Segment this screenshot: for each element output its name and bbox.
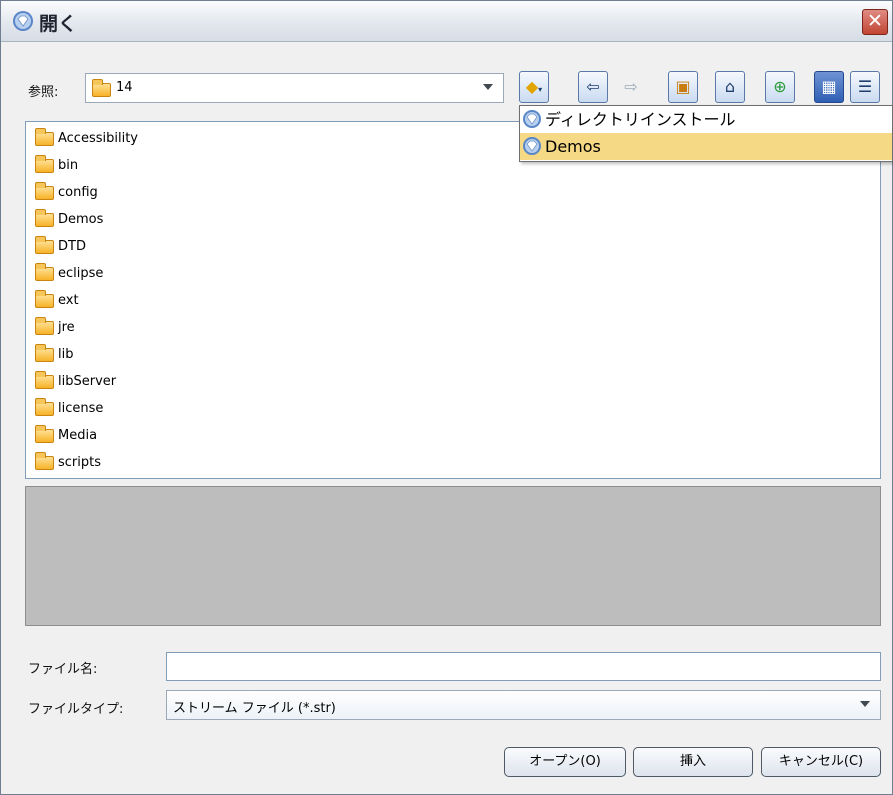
menu-item-directory-install[interactable]: ディレクトリインストール — [520, 106, 892, 133]
folder-icon — [35, 452, 54, 470]
gem-icon — [523, 110, 541, 128]
forward-button[interactable]: ⇨ — [616, 71, 646, 103]
list-item[interactable]: libServer — [35, 370, 116, 394]
open-dialog: 開く ✕ 参照: 14 ◆▾ ⇦ ⇨ ▣ ⌂ ⊕ ▦ ☰ Accessibili… — [0, 0, 893, 795]
list-item[interactable]: Media — [35, 424, 97, 448]
folder-icon — [35, 290, 54, 308]
look-in-value: 14 — [116, 80, 133, 95]
gem-icon — [523, 137, 541, 155]
folder-icon — [35, 371, 54, 389]
window-title: 開く — [39, 13, 78, 35]
folder-icon — [35, 263, 54, 281]
menu-item-demos[interactable]: Demos — [520, 133, 892, 160]
folder-icon — [35, 182, 54, 200]
filetype-select[interactable]: ストリーム ファイル (*.str) — [166, 690, 881, 720]
favorites-button[interactable]: ◆▾ — [519, 71, 549, 103]
open-button[interactable]: オープン(O) — [504, 747, 626, 777]
filetype-value: ストリーム ファイル (*.str) — [173, 701, 336, 716]
home-icon: ⌂ — [724, 77, 736, 96]
filename-label: ファイル名: — [28, 662, 98, 677]
folder-icon — [35, 236, 54, 254]
list-view-button[interactable]: ▦ — [814, 71, 844, 103]
star-diamond-icon: ◆ — [525, 77, 539, 96]
cancel-button[interactable]: キャンセル(C) — [761, 747, 881, 777]
filename-input[interactable] — [166, 652, 881, 681]
arrow-right-icon: ⇨ — [624, 77, 638, 96]
preview-panel — [25, 486, 881, 626]
favorites-menu: ディレクトリインストール Demos — [519, 105, 893, 162]
folder-icon — [35, 398, 54, 416]
list-item[interactable]: config — [35, 181, 98, 205]
list-item[interactable]: scripts — [35, 451, 101, 475]
insert-button[interactable]: 挿入 — [633, 747, 753, 777]
home-button[interactable]: ⌂ — [715, 71, 745, 103]
look-in-combo[interactable]: 14 — [85, 73, 504, 103]
back-button[interactable]: ⇦ — [578, 71, 608, 103]
folder-icon — [35, 317, 54, 335]
folder-icon — [35, 344, 54, 362]
look-in-label: 参照: — [28, 85, 59, 100]
chevron-down-icon — [483, 84, 493, 90]
list-item[interactable]: ext — [35, 289, 79, 313]
list-item[interactable]: Accessibility — [35, 127, 138, 151]
new-folder-button[interactable]: ⊕ — [765, 71, 795, 103]
arrow-left-icon: ⇦ — [586, 77, 600, 96]
details-view-icon: ☰ — [857, 77, 873, 96]
folder-icon — [35, 155, 54, 173]
list-item[interactable]: license — [35, 397, 103, 421]
list-item[interactable]: lib — [35, 343, 73, 367]
grid-view-icon: ▦ — [821, 77, 837, 96]
list-item[interactable]: jre — [35, 316, 75, 340]
title-bar: 開く ✕ — [1, 1, 892, 42]
chevron-down-icon — [860, 701, 870, 707]
list-item[interactable]: bin — [35, 154, 78, 178]
close-button[interactable]: ✕ — [862, 9, 888, 35]
folder-up-icon: ▣ — [675, 77, 691, 96]
folder-icon — [35, 425, 54, 443]
close-icon: ✕ — [867, 10, 883, 32]
up-folder-button[interactable]: ▣ — [668, 71, 698, 103]
list-item[interactable]: Demos — [35, 208, 103, 232]
folder-icon — [35, 209, 54, 227]
app-gem-icon — [13, 11, 33, 31]
folder-icon — [35, 128, 54, 146]
list-item[interactable]: eclipse — [35, 262, 103, 286]
new-folder-icon: ⊕ — [773, 77, 787, 96]
filetype-label: ファイルタイプ: — [28, 702, 124, 717]
file-list[interactable]: Accessibility bin config Demos DTD eclip… — [25, 121, 881, 479]
details-view-button[interactable]: ☰ — [850, 71, 880, 103]
list-item[interactable]: DTD — [35, 235, 86, 259]
folder-icon — [92, 79, 111, 97]
